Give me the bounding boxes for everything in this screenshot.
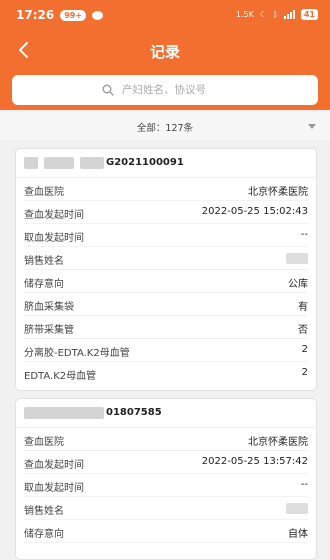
field-value: 有 (298, 302, 308, 313)
field-label: 查血医院 (24, 187, 64, 198)
redacted-block (286, 503, 308, 514)
filter-summary[interactable]: 全部：127条 (0, 112, 330, 140)
field-row: 查血医院 北京怀柔医院 (24, 428, 308, 451)
field-value: 2 (301, 344, 308, 355)
field-label: 储存意向 (24, 529, 64, 540)
field-row: 储存意向 自体 (24, 520, 308, 543)
order-number: G2021100091 (106, 157, 184, 168)
page-title: 记录 (149, 43, 180, 61)
field-row: 查血发起时间 2022-05-25 13:57:42 (24, 451, 308, 474)
field-value: 2 (301, 367, 308, 378)
search-input[interactable] (120, 83, 228, 97)
record-card[interactable]: G2021100091 查血医院 北京怀柔医院 查血发起时间 2022-05-25 … (15, 148, 317, 391)
bluetooth-icon: ᛒ (273, 10, 278, 19)
battery-icon: 41 (300, 9, 318, 20)
field-label: 销售姓名 (24, 506, 64, 517)
field-value: -- (300, 479, 308, 490)
field-label: 取血发起时间 (24, 233, 84, 244)
field-row: 储存意向 公库 (24, 270, 308, 293)
moon-icon: ☾ (259, 10, 268, 19)
chat-icon (92, 10, 104, 20)
order-number: 01807585 (106, 407, 162, 418)
redacted-block (286, 253, 308, 264)
field-row: 销售姓名 (24, 497, 308, 520)
card-header: 01807585 (16, 399, 316, 428)
field-label: 脐血采集袋 (24, 302, 74, 313)
card-header: G2021100091 (16, 149, 316, 178)
search-bar-area (0, 68, 330, 110)
field-label: 查血医院 (24, 437, 64, 448)
field-row: 分离胶-EDTA.K2母血管 2 (24, 339, 308, 362)
field-value: 2022-05-25 13:57:42 (201, 456, 308, 467)
field-label: 查血发起时间 (24, 460, 84, 471)
field-value: 北京怀柔医院 (248, 437, 308, 448)
field-label: 查血发起时间 (24, 210, 84, 221)
field-row: 查血医院 北京怀柔医院 (24, 178, 308, 201)
field-value: 北京怀柔医院 (248, 187, 308, 198)
field-label: 销售姓名 (24, 256, 64, 267)
chevron-down-icon[interactable] (308, 124, 316, 129)
redacted-block (24, 407, 104, 419)
field-row: 脐血采集袋 有 (24, 293, 308, 316)
field-row: 销售姓名 (24, 247, 308, 270)
field-row: 取血发起时间 -- (24, 224, 308, 247)
field-value: 2022-05-25 15:02:43 (201, 206, 308, 217)
field-label: 取血发起时间 (24, 483, 84, 494)
search-icon (102, 84, 114, 96)
field-row: 取血发起时间 -- (24, 474, 308, 497)
redacted-block (24, 157, 38, 169)
field-value: 公库 (288, 279, 308, 290)
field-row: 查血发起时间 2022-05-25 15:02:43 (24, 201, 308, 224)
field-value: 否 (298, 325, 308, 336)
field-label: 分离胶-EDTA.K2母血管 (24, 348, 130, 359)
field-value: -- (300, 229, 308, 240)
signal-icon (283, 10, 295, 19)
field-row: 脐带采集管 否 (24, 316, 308, 339)
notification-badge: 99+ (60, 9, 87, 21)
field-value: 自体 (288, 529, 308, 540)
field-label: EDTA.K2母血管 (24, 371, 97, 382)
status-bar: 17:26 99+ 1.5K ☾ ᛒ 41 (0, 0, 330, 32)
redacted-block (80, 157, 104, 169)
app-header: 记录 (0, 32, 330, 68)
field-label: 储存意向 (24, 279, 64, 290)
record-count: 全部：127条 (136, 123, 194, 134)
redacted-block (44, 157, 74, 169)
network-speed: 1.5K (235, 10, 254, 19)
record-card[interactable]: 01807585 查血医院 北京怀柔医院 查血发起时间 2022-05-25 13:… (15, 398, 317, 560)
field-label: 脐带采集管 (24, 325, 74, 336)
field-row: EDTA.K2母血管 2 (24, 362, 308, 384)
search-box[interactable] (12, 75, 318, 105)
status-time: 17:26 (16, 8, 55, 22)
